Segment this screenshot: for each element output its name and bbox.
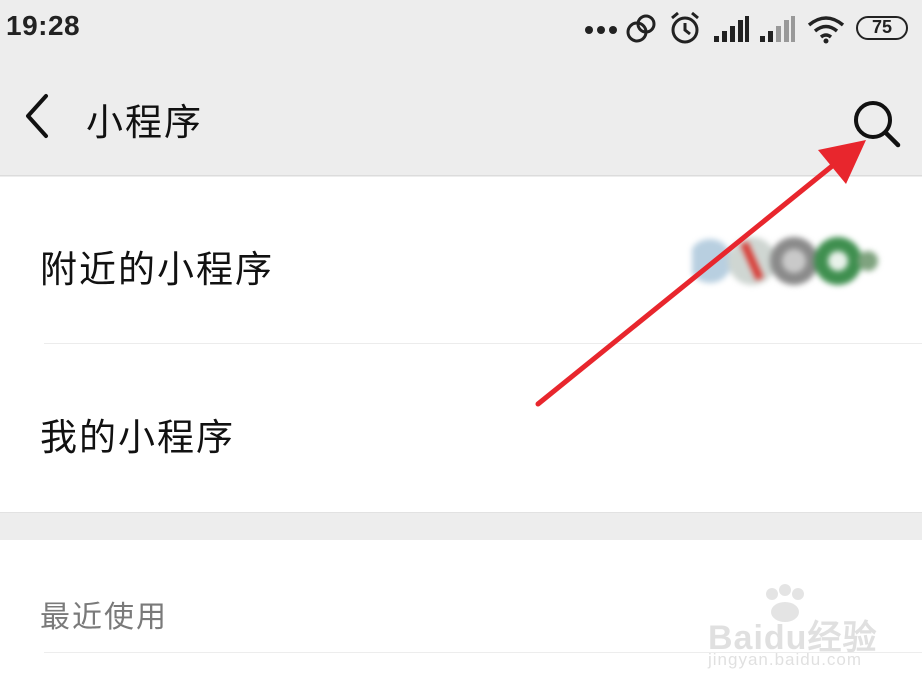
more-dots-icon bbox=[585, 26, 617, 34]
status-time: 19:28 bbox=[6, 10, 81, 41]
battery-icon: 75 bbox=[856, 16, 908, 40]
my-mini-programs-label: 我的小程序 bbox=[40, 416, 235, 459]
section-gap bbox=[0, 512, 922, 540]
row-divider bbox=[44, 343, 922, 344]
chevron-left-icon bbox=[26, 94, 48, 138]
signal-icon bbox=[760, 16, 795, 42]
back-button[interactable] bbox=[14, 86, 66, 146]
recent-section-label: 最近使用 bbox=[40, 600, 168, 635]
link-icon bbox=[626, 14, 656, 43]
baidu-watermark: Baidu经验 jingyan.baidu.com bbox=[700, 584, 910, 674]
nearby-thumbnails bbox=[692, 237, 878, 285]
status-bar: 19:28 75 bbox=[0, 0, 922, 56]
wifi-icon bbox=[807, 16, 845, 44]
page-title: 小程序 bbox=[86, 101, 203, 144]
my-mini-programs-item[interactable]: 我的小程序 bbox=[0, 345, 922, 512]
search-icon bbox=[854, 101, 901, 148]
watermark-url: jingyan.baidu.com bbox=[708, 650, 863, 669]
search-button[interactable] bbox=[846, 94, 906, 154]
battery-level: 75 bbox=[871, 17, 893, 37]
alarm-icon bbox=[671, 11, 699, 44]
mini-program-menu: 附近的小程序 我的小程序 bbox=[0, 177, 922, 512]
signal-icon bbox=[714, 16, 749, 42]
status-icons: 75 bbox=[584, 10, 914, 46]
nearby-mini-programs-label: 附近的小程序 bbox=[40, 248, 274, 291]
mini-programs-screen: 19:28 75 小程序 附近的小程序 我的小程序 最近使用 Baidu经验 j… bbox=[0, 0, 922, 688]
nearby-mini-programs-item[interactable]: 附近的小程序 bbox=[0, 177, 922, 344]
nav-bar: 小程序 bbox=[0, 56, 922, 176]
